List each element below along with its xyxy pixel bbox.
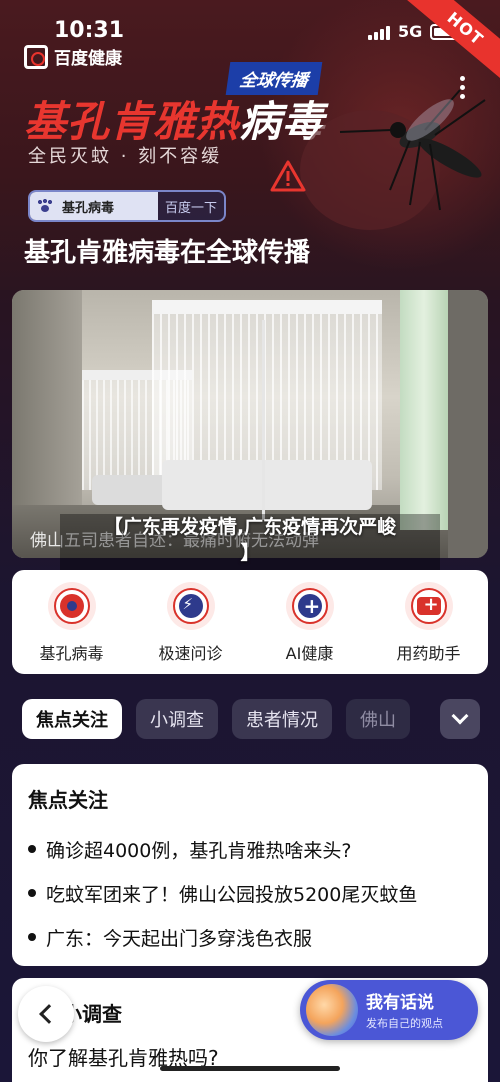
tab-focus[interactable]: 焦点关注 <box>22 699 122 739</box>
bullet-icon <box>28 889 36 897</box>
status-time: 10:31 <box>54 18 125 43</box>
quick-services: 基孔病毒 极速问诊 AI健康 用药助手 <box>12 570 488 674</box>
video-overlay-line1: 【广东再发疫情,广东疫情再次严峻 <box>103 516 397 538</box>
service-consult[interactable]: 极速问诊 <box>136 582 246 674</box>
baidu-health-icon <box>24 44 48 69</box>
service-label: 极速问诊 <box>158 644 223 663</box>
speak-up-subtitle: 发布自己的观点 <box>366 1017 443 1030</box>
medkit-icon <box>404 582 453 630</box>
network-label: 5G <box>398 22 423 41</box>
video-overlay-line2: 】 <box>240 542 260 564</box>
tab-survey[interactable]: 小调查 <box>136 699 218 739</box>
focus-title: 焦点关注 <box>28 788 108 812</box>
tab-foshan[interactable]: 佛山 <box>346 699 410 739</box>
tab-patients[interactable]: 患者情况 <box>232 699 332 739</box>
doctor-icon <box>285 582 334 630</box>
speak-up-title: 我有话说 <box>366 993 434 1013</box>
signal-icon <box>368 26 390 40</box>
bullet-icon <box>28 845 36 853</box>
paw-icon <box>38 199 52 213</box>
hero-banner: 10:31 5G HOT 百度健康 全球传播 基孔肯雅热病毒 全民灭蚊 · 刻不… <box>0 0 500 290</box>
back-button[interactable] <box>18 986 74 1042</box>
search-field[interactable]: 基孔病毒 <box>30 192 158 220</box>
virus-icon <box>47 582 96 630</box>
list-item-text: 广东：今天起出门多穿浅色衣服 <box>46 927 313 950</box>
avatar <box>306 984 358 1036</box>
list-item[interactable]: 广东：今天起出门多穿浅色衣服 <box>28 915 472 959</box>
video-frame-curtain <box>400 290 448 530</box>
search-value: 基孔病毒 <box>62 200 115 216</box>
video-frame-iv-pole <box>262 320 265 520</box>
hero-title-red: 基孔肯雅热 <box>24 97 240 146</box>
tabs-expand-button[interactable] <box>440 699 480 739</box>
focus-card: 焦点关注 确诊超4000例，基孔肯雅热啥来头? 吃蚊军团来了！佛山公园投放520… <box>12 764 488 966</box>
speak-up-button[interactable]: 我有话说 发布自己的观点 <box>300 980 478 1040</box>
brand-logo: 百度健康 <box>24 44 122 69</box>
service-label: 基孔病毒 <box>39 644 104 663</box>
chevron-down-icon <box>451 707 469 725</box>
video-overlay-text: 【广东再发疫情,广东疫情再次严峻 】 <box>60 514 440 566</box>
list-item[interactable]: 吃蚊军团来了！佛山公园投放5200尾灭蚊鱼 <box>28 871 472 915</box>
bullet-icon <box>28 933 36 941</box>
search-box[interactable]: 基孔病毒 百度一下 <box>28 190 226 222</box>
lightning-icon <box>166 582 215 630</box>
hero-subtitle: 全民灭蚊 · 刻不容缓 <box>28 146 223 167</box>
service-label: 用药助手 <box>396 644 461 663</box>
service-label: AI健康 <box>285 644 334 663</box>
search-button[interactable]: 百度一下 <box>158 192 224 220</box>
list-item[interactable]: 确诊超4000例，基孔肯雅热啥来头? <box>28 827 472 871</box>
service-ai-health[interactable]: AI健康 <box>255 582 365 674</box>
video-frame-window <box>448 290 488 558</box>
list-item-text: 吃蚊军团来了！佛山公园投放5200尾灭蚊鱼 <box>46 883 418 906</box>
chevron-left-icon <box>39 1004 59 1024</box>
mosquito-illustration <box>300 89 486 230</box>
warning-icon <box>270 160 306 192</box>
service-medication[interactable]: 用药助手 <box>374 582 484 674</box>
list-item-text: 确诊超4000例，基孔肯雅热啥来头? <box>46 839 352 862</box>
category-tabs: 焦点关注 小调查 患者情况 佛山 <box>22 699 478 739</box>
home-indicator[interactable] <box>160 1066 340 1071</box>
service-virus[interactable]: 基孔病毒 <box>17 582 127 674</box>
hero-title: 基孔肯雅热病毒 <box>24 88 325 149</box>
page-title: 基孔肯雅病毒在全球传播 <box>24 238 311 268</box>
brand-name: 百度健康 <box>54 49 122 69</box>
video-frame-bed-right <box>162 460 372 510</box>
